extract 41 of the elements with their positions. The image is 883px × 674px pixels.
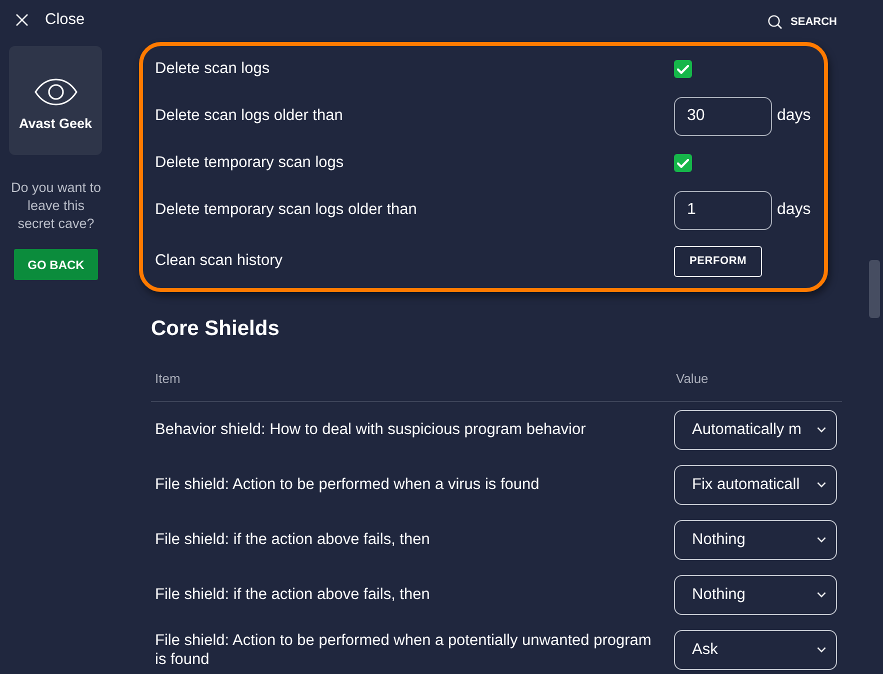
setting-item: File shield: if the action above fails, then (155, 585, 430, 604)
check-icon (677, 158, 689, 168)
chevron-down-icon (817, 646, 826, 652)
section-heading: Core Shields (151, 316, 280, 342)
eye-icon (34, 78, 78, 106)
unit-label: days (777, 106, 811, 126)
chevron-down-icon (817, 536, 826, 542)
dropdown[interactable]: Automatically m (674, 410, 837, 450)
close-icon (16, 14, 28, 26)
chevron-down-icon (817, 482, 826, 488)
chevron-down-icon (817, 426, 826, 432)
card-title: Avast Geek (18, 116, 92, 132)
setting-item: Behavior shield: How to deal with suspicious program behavior (155, 420, 586, 439)
checkbox[interactable] (674, 154, 692, 172)
dropdown[interactable]: Ask (674, 630, 837, 670)
setting-label: Delete temporary scan logs (155, 153, 345, 173)
scrollbar-thumb[interactable] (869, 260, 880, 318)
number-input[interactable]: 30 (674, 96, 772, 136)
setting-label: Delete scan logs (155, 59, 271, 79)
setting-item: File shield: Action to be performed when a virus is found (155, 475, 540, 494)
setting-item: File shield: Action to be performed when a potentially unwanted program is found (155, 630, 652, 668)
setting-label: Clean scan history (155, 251, 284, 271)
go-back-button[interactable]: GO BACK (14, 249, 98, 280)
unit-label: days (777, 200, 811, 220)
close-button[interactable]: Close (9, 0, 89, 40)
setting-item: File shield: if the action above fails, then (155, 530, 430, 549)
dropdown[interactable]: Nothing (674, 520, 837, 560)
check-icon (677, 64, 689, 74)
column-header: Item (154, 370, 180, 388)
prompt-text: Do you want to leave this secret cave? (10, 179, 102, 233)
checkbox[interactable] (674, 60, 692, 78)
chevron-down-icon (817, 592, 826, 598)
search-icon (768, 15, 782, 29)
setting-label: Delete temporary scan logs older than (155, 200, 418, 220)
number-input[interactable]: 1 (674, 190, 772, 230)
dropdown[interactable]: Nothing (674, 574, 837, 614)
search-button[interactable]: SEARCH (768, 15, 837, 29)
column-header: Value (675, 370, 708, 388)
perform-button[interactable]: PERFORM (674, 246, 762, 276)
dropdown[interactable]: Fix automaticall (674, 464, 837, 504)
setting-label: Delete scan logs older than (155, 106, 344, 126)
